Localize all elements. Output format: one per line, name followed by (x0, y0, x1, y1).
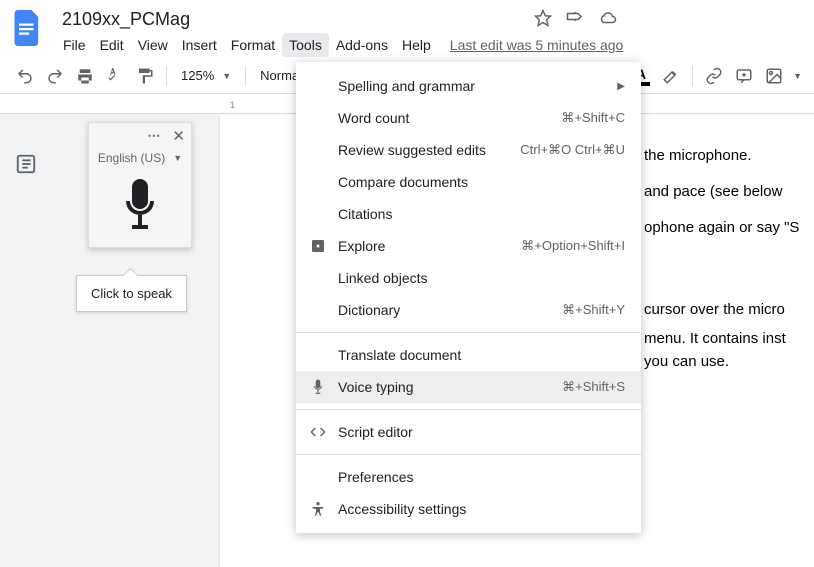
more-toolbar-icon[interactable]: ▼ (793, 71, 802, 81)
last-edit-link[interactable]: Last edit was 5 minutes ago (450, 37, 624, 53)
cloud-icon[interactable] (598, 9, 618, 30)
document-title[interactable]: 2109xx_PCMag (56, 7, 196, 32)
menu-insert[interactable]: Insert (175, 33, 224, 57)
more-icon[interactable]: ⋯ (147, 128, 162, 144)
star-icon[interactable] (534, 9, 552, 30)
script-icon (308, 422, 328, 442)
insert-image-button[interactable] (761, 63, 787, 89)
menu-item-label: Translate document (338, 347, 625, 363)
blank-icon (308, 345, 328, 365)
menu-item-translate-document[interactable]: Translate document (296, 339, 641, 371)
zoom-selector[interactable]: 125%▼ (175, 68, 237, 83)
menu-item-label: Accessibility settings (338, 501, 625, 517)
accessibility-icon (308, 499, 328, 519)
undo-button[interactable] (12, 63, 38, 89)
document-line: cursor over the micro (644, 292, 814, 328)
menu-item-label: Compare documents (338, 174, 625, 190)
menu-add-ons[interactable]: Add-ons (329, 33, 395, 57)
blank-icon (308, 76, 328, 96)
menu-item-compare-documents[interactable]: Compare documents (296, 166, 641, 198)
menu-tools[interactable]: Tools (282, 33, 329, 57)
blank-icon (308, 300, 328, 320)
docs-logo[interactable] (8, 8, 48, 48)
move-icon[interactable] (566, 9, 584, 30)
menu-edit[interactable]: Edit (93, 33, 131, 57)
menu-item-label: Word count (338, 110, 551, 126)
menu-shortcut: ⌘+Option+Shift+I (521, 238, 625, 254)
paint-format-button[interactable] (132, 63, 158, 89)
document-line: and pace (see below (644, 174, 814, 210)
blank-icon (308, 140, 328, 160)
menu-item-label: Script editor (338, 424, 625, 440)
menu-item-preferences[interactable]: Preferences (296, 461, 641, 493)
document-line: ophone again or say "S (644, 210, 814, 246)
menu-item-label: Citations (338, 206, 625, 222)
menu-item-explore[interactable]: Explore ⌘+Option+Shift+I (296, 230, 641, 262)
menu-file[interactable]: File (56, 33, 93, 57)
highlight-button[interactable] (658, 63, 684, 89)
menu-item-label: Explore (338, 238, 511, 254)
mic-icon (308, 377, 328, 397)
menu-divider (296, 454, 641, 455)
menu-item-linked-objects[interactable]: Linked objects (296, 262, 641, 294)
menu-item-word-count[interactable]: Word count ⌘+Shift+C (296, 102, 641, 134)
insert-comment-button[interactable] (731, 63, 757, 89)
menu-item-script-editor[interactable]: Script editor (296, 416, 641, 448)
blank-icon (308, 204, 328, 224)
menu-item-accessibility-settings[interactable]: Accessibility settings (296, 493, 641, 525)
voice-language-selector[interactable]: English (US)▼ (89, 149, 191, 171)
menu-divider (296, 332, 641, 333)
menu-item-label: Review suggested edits (338, 142, 510, 158)
menu-item-dictionary[interactable]: Dictionary ⌘+Shift+Y (296, 294, 641, 326)
document-line: you can use. (644, 351, 814, 374)
menu-format[interactable]: Format (224, 33, 282, 57)
menu-item-label: Voice typing (338, 379, 552, 395)
voice-tooltip: Click to speak (76, 275, 187, 312)
menu-item-label: Dictionary (338, 302, 552, 318)
menu-item-label: Spelling and grammar (338, 78, 607, 94)
menu-item-label: Linked objects (338, 270, 625, 286)
voice-typing-widget[interactable]: ⋯ ✕ English (US)▼ (88, 122, 192, 248)
menu-shortcut: Ctrl+⌘O Ctrl+⌘U (520, 142, 625, 158)
blank-icon (308, 467, 328, 487)
tools-dropdown: Spelling and grammar ▶ Word count ⌘+Shift+C… (296, 62, 641, 533)
menu-view[interactable]: View (131, 33, 175, 57)
document-line: the microphone. (644, 138, 814, 174)
menu-shortcut: ⌘+Shift+C (561, 110, 625, 126)
document-line: menu. It contains inst (644, 328, 814, 351)
menu-item-review-suggested-edits[interactable]: Review suggested edits Ctrl+⌘O Ctrl+⌘U (296, 134, 641, 166)
blank-icon (308, 172, 328, 192)
microphone-button[interactable] (89, 171, 191, 247)
explore-icon (308, 236, 328, 256)
blank-icon (308, 268, 328, 288)
menu-item-citations[interactable]: Citations (296, 198, 641, 230)
spellcheck-button[interactable] (102, 63, 128, 89)
outline-toggle-button[interactable] (12, 150, 40, 178)
menu-shortcut: ⌘+Shift+S (562, 379, 625, 395)
close-icon[interactable]: ✕ (172, 127, 185, 145)
menu-divider (296, 409, 641, 410)
print-button[interactable] (72, 63, 98, 89)
menu-help[interactable]: Help (395, 33, 438, 57)
redo-button[interactable] (42, 63, 68, 89)
menu-item-voice-typing[interactable]: Voice typing ⌘+Shift+S (296, 371, 641, 403)
menu-shortcut: ⌘+Shift+Y (562, 302, 625, 318)
menu-item-spelling-and-grammar[interactable]: Spelling and grammar ▶ (296, 70, 641, 102)
menu-item-label: Preferences (338, 469, 625, 485)
submenu-arrow-icon: ▶ (617, 81, 625, 92)
blank-icon (308, 108, 328, 128)
insert-link-button[interactable] (701, 63, 727, 89)
